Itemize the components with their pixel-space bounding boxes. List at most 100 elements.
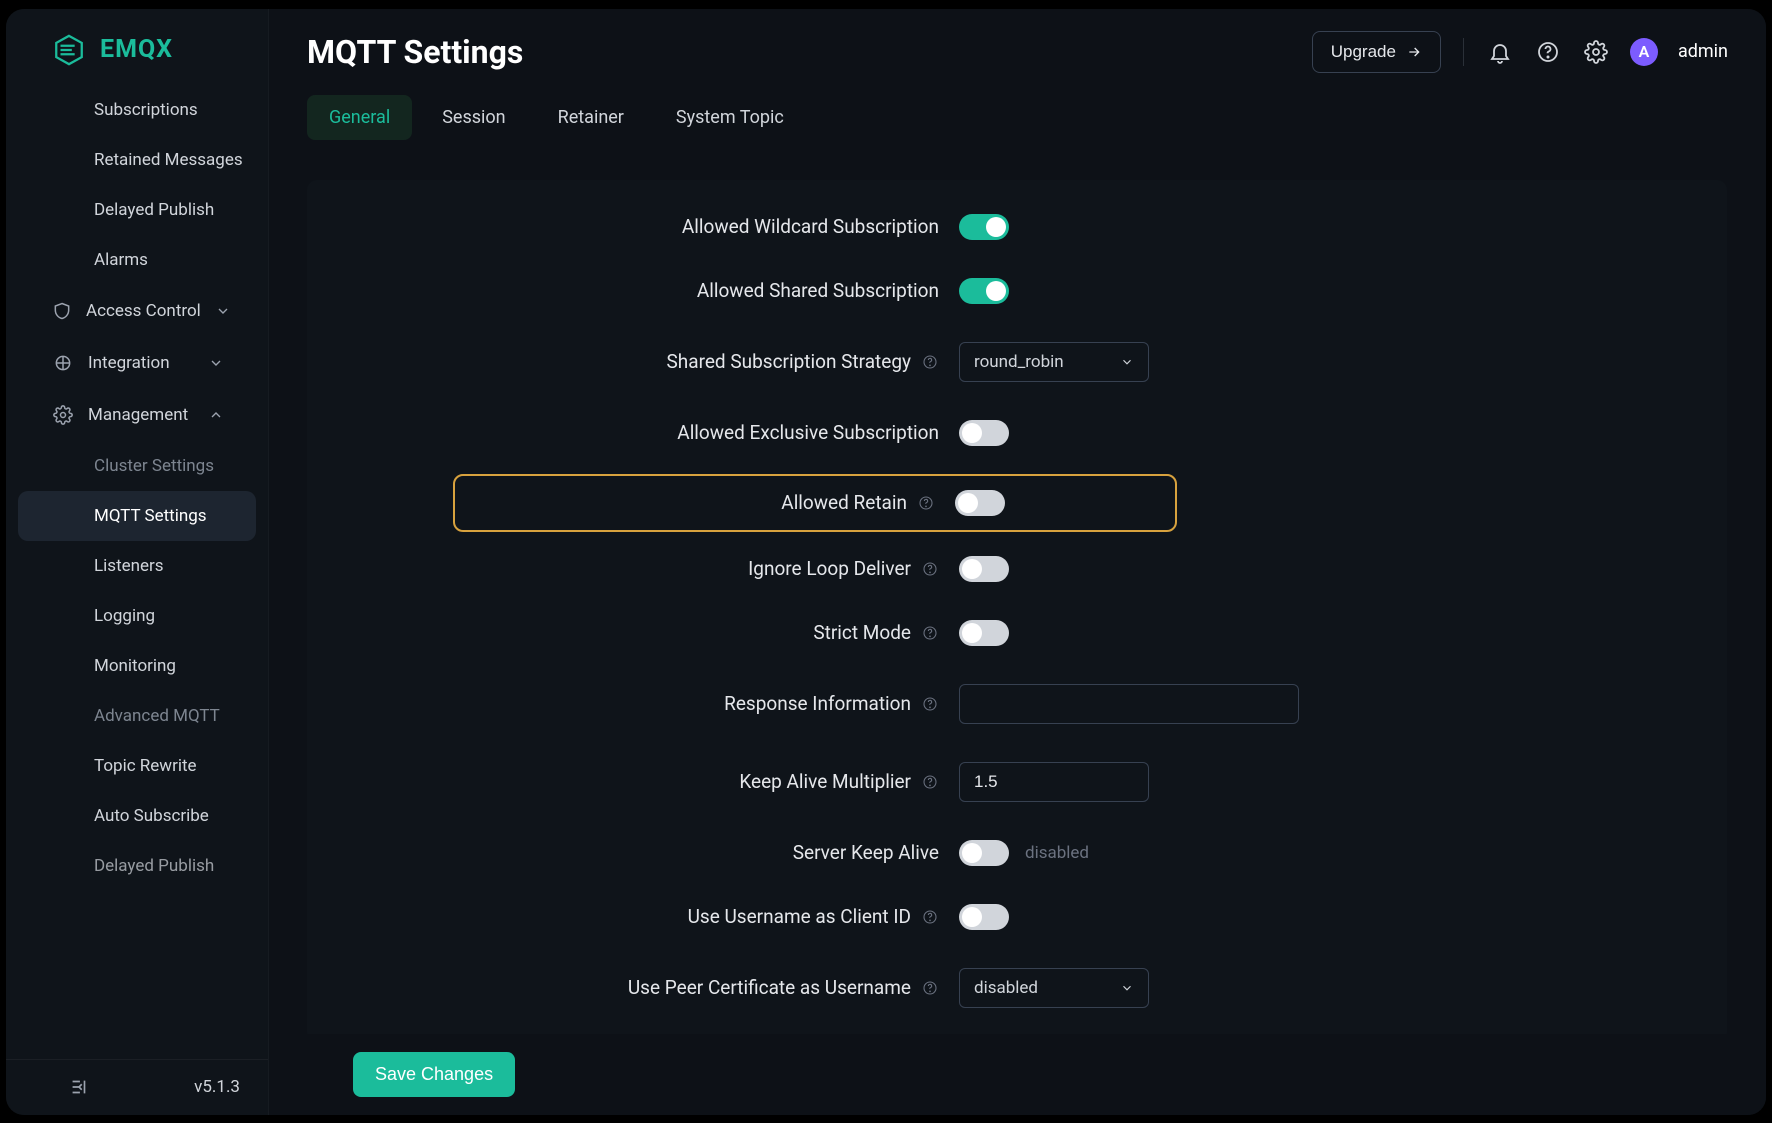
row-allowed-exclusive-sub: Allowed Exclusive Subscription bbox=[327, 420, 1707, 446]
brand: EMQX bbox=[6, 9, 268, 85]
field-label: Keep Alive Multiplier bbox=[739, 770, 911, 793]
sidebar-nav: Subscriptions Retained Messages Delayed … bbox=[6, 85, 268, 1059]
upgrade-button-label: Upgrade bbox=[1331, 42, 1396, 62]
help-button[interactable] bbox=[1534, 38, 1562, 66]
chevron-down-icon bbox=[208, 355, 224, 371]
tab-system-topic[interactable]: System Topic bbox=[654, 95, 806, 140]
info-icon[interactable] bbox=[921, 624, 939, 642]
sidebar-footer: v5.1.3 bbox=[6, 1059, 268, 1115]
sidebar-item-logging[interactable]: Logging bbox=[6, 591, 268, 641]
form-footer: Save Changes bbox=[269, 1034, 1766, 1115]
row-ignore-loop-deliver: Ignore Loop Deliver bbox=[327, 556, 1707, 582]
field-label: Use Username as Client ID bbox=[688, 905, 911, 928]
select-value: round_robin bbox=[974, 352, 1064, 372]
main-content: MQTT Settings Upgrade A bbox=[269, 9, 1766, 1115]
sidebar: EMQX Subscriptions Retained Messages Del… bbox=[6, 9, 269, 1115]
info-icon[interactable] bbox=[921, 353, 939, 371]
row-allowed-retain: Allowed Retain bbox=[453, 474, 1177, 532]
info-icon[interactable] bbox=[917, 494, 935, 512]
input-keep-alive-multiplier[interactable] bbox=[959, 762, 1149, 802]
select-shared-sub-strategy[interactable]: round_robin bbox=[959, 342, 1149, 382]
toggle-ignore-loop-deliver[interactable] bbox=[959, 556, 1009, 582]
settings-button[interactable] bbox=[1582, 38, 1610, 66]
gear-icon bbox=[52, 404, 74, 426]
field-label: Allowed Shared Subscription bbox=[697, 279, 939, 302]
field-label: Use Peer Certificate as Username bbox=[628, 976, 911, 999]
arrow-right-icon bbox=[1406, 44, 1422, 60]
field-label: Strict Mode bbox=[813, 621, 911, 644]
field-label: Allowed Wildcard Subscription bbox=[682, 215, 939, 238]
field-label: Allowed Retain bbox=[781, 491, 907, 514]
row-strict-mode: Strict Mode bbox=[327, 620, 1707, 646]
server-keep-alive-hint: disabled bbox=[1025, 843, 1089, 863]
sidebar-group-label: Integration bbox=[88, 353, 170, 373]
brand-name: EMQX bbox=[100, 35, 173, 64]
page-title: MQTT Settings bbox=[307, 33, 523, 71]
field-label: Server Keep Alive bbox=[793, 841, 939, 864]
tab-session[interactable]: Session bbox=[420, 95, 527, 140]
field-label: Allowed Exclusive Subscription bbox=[677, 421, 939, 444]
info-icon[interactable] bbox=[921, 560, 939, 578]
header-divider bbox=[1463, 38, 1464, 66]
chevron-down-icon bbox=[1120, 355, 1134, 369]
info-icon[interactable] bbox=[921, 908, 939, 926]
sidebar-group-label: Access Control bbox=[86, 301, 201, 321]
app-version: v5.1.3 bbox=[194, 1077, 240, 1097]
row-response-info: Response Information bbox=[327, 684, 1707, 724]
sidebar-item-alarms[interactable]: Alarms bbox=[6, 235, 268, 285]
row-use-peer-cert-as-username: Use Peer Certificate as Username disable… bbox=[327, 968, 1707, 1008]
collapse-sidebar-icon[interactable] bbox=[68, 1076, 90, 1098]
sidebar-item-monitoring[interactable]: Monitoring bbox=[6, 641, 268, 691]
tab-general[interactable]: General bbox=[307, 95, 412, 140]
select-peer-cert-as-username[interactable]: disabled bbox=[959, 968, 1149, 1008]
row-allowed-shared-sub: Allowed Shared Subscription bbox=[327, 278, 1707, 304]
sidebar-group-label: Management bbox=[88, 405, 188, 425]
page-header: MQTT Settings Upgrade A bbox=[269, 9, 1766, 95]
select-value: disabled bbox=[974, 978, 1038, 998]
row-shared-sub-strategy: Shared Subscription Strategy round_robin bbox=[327, 342, 1707, 382]
info-icon[interactable] bbox=[921, 773, 939, 791]
toggle-strict-mode[interactable] bbox=[959, 620, 1009, 646]
save-changes-button[interactable]: Save Changes bbox=[353, 1052, 515, 1097]
username[interactable]: admin bbox=[1678, 41, 1728, 62]
brand-logo-icon bbox=[52, 33, 86, 67]
sidebar-item-delayed-publish-2[interactable]: Delayed Publish bbox=[6, 841, 268, 891]
shield-icon bbox=[52, 300, 72, 322]
avatar[interactable]: A bbox=[1630, 38, 1658, 66]
sidebar-item-subscriptions[interactable]: Subscriptions bbox=[6, 85, 268, 135]
toggle-allowed-wildcard-sub[interactable] bbox=[959, 214, 1009, 240]
row-use-username-as-client-id: Use Username as Client ID bbox=[327, 904, 1707, 930]
sidebar-item-cluster-settings[interactable]: Cluster Settings bbox=[6, 441, 268, 491]
toggle-use-username-as-client-id[interactable] bbox=[959, 904, 1009, 930]
tab-retainer[interactable]: Retainer bbox=[536, 95, 646, 140]
sidebar-item-mqtt-settings[interactable]: MQTT Settings bbox=[18, 491, 256, 541]
field-label: Ignore Loop Deliver bbox=[748, 557, 911, 580]
toggle-server-keep-alive[interactable] bbox=[959, 840, 1009, 866]
toggle-allowed-shared-sub[interactable] bbox=[959, 278, 1009, 304]
sidebar-item-listeners[interactable]: Listeners bbox=[6, 541, 268, 591]
toggle-allowed-retain[interactable] bbox=[955, 490, 1005, 516]
chevron-down-icon bbox=[1120, 981, 1134, 995]
chevron-down-icon bbox=[215, 303, 231, 319]
input-response-info[interactable] bbox=[959, 684, 1299, 724]
sidebar-group-management[interactable]: Management bbox=[6, 389, 268, 441]
info-icon[interactable] bbox=[921, 695, 939, 713]
sidebar-item-retained-messages[interactable]: Retained Messages bbox=[6, 135, 268, 185]
sidebar-item-topic-rewrite[interactable]: Topic Rewrite bbox=[6, 741, 268, 791]
tabs: General Session Retainer System Topic bbox=[269, 95, 1766, 140]
sidebar-group-integration[interactable]: Integration bbox=[6, 337, 268, 389]
field-label: Response Information bbox=[724, 692, 911, 715]
chevron-up-icon bbox=[208, 407, 224, 423]
sidebar-item-delayed-publish[interactable]: Delayed Publish bbox=[6, 185, 268, 235]
row-allowed-wildcard-sub: Allowed Wildcard Subscription bbox=[327, 214, 1707, 240]
sidebar-item-advanced-mqtt[interactable]: Advanced MQTT bbox=[6, 691, 268, 741]
sidebar-group-access-control[interactable]: Access Control bbox=[6, 285, 268, 337]
toggle-allowed-exclusive-sub[interactable] bbox=[959, 420, 1009, 446]
info-icon[interactable] bbox=[921, 979, 939, 997]
row-keep-alive-multiplier: Keep Alive Multiplier bbox=[327, 762, 1707, 802]
field-label: Shared Subscription Strategy bbox=[667, 350, 911, 373]
row-server-keep-alive: Server Keep Alive disabled bbox=[327, 840, 1707, 866]
upgrade-button[interactable]: Upgrade bbox=[1312, 31, 1441, 73]
notification-button[interactable] bbox=[1486, 38, 1514, 66]
sidebar-item-auto-subscribe[interactable]: Auto Subscribe bbox=[6, 791, 268, 841]
